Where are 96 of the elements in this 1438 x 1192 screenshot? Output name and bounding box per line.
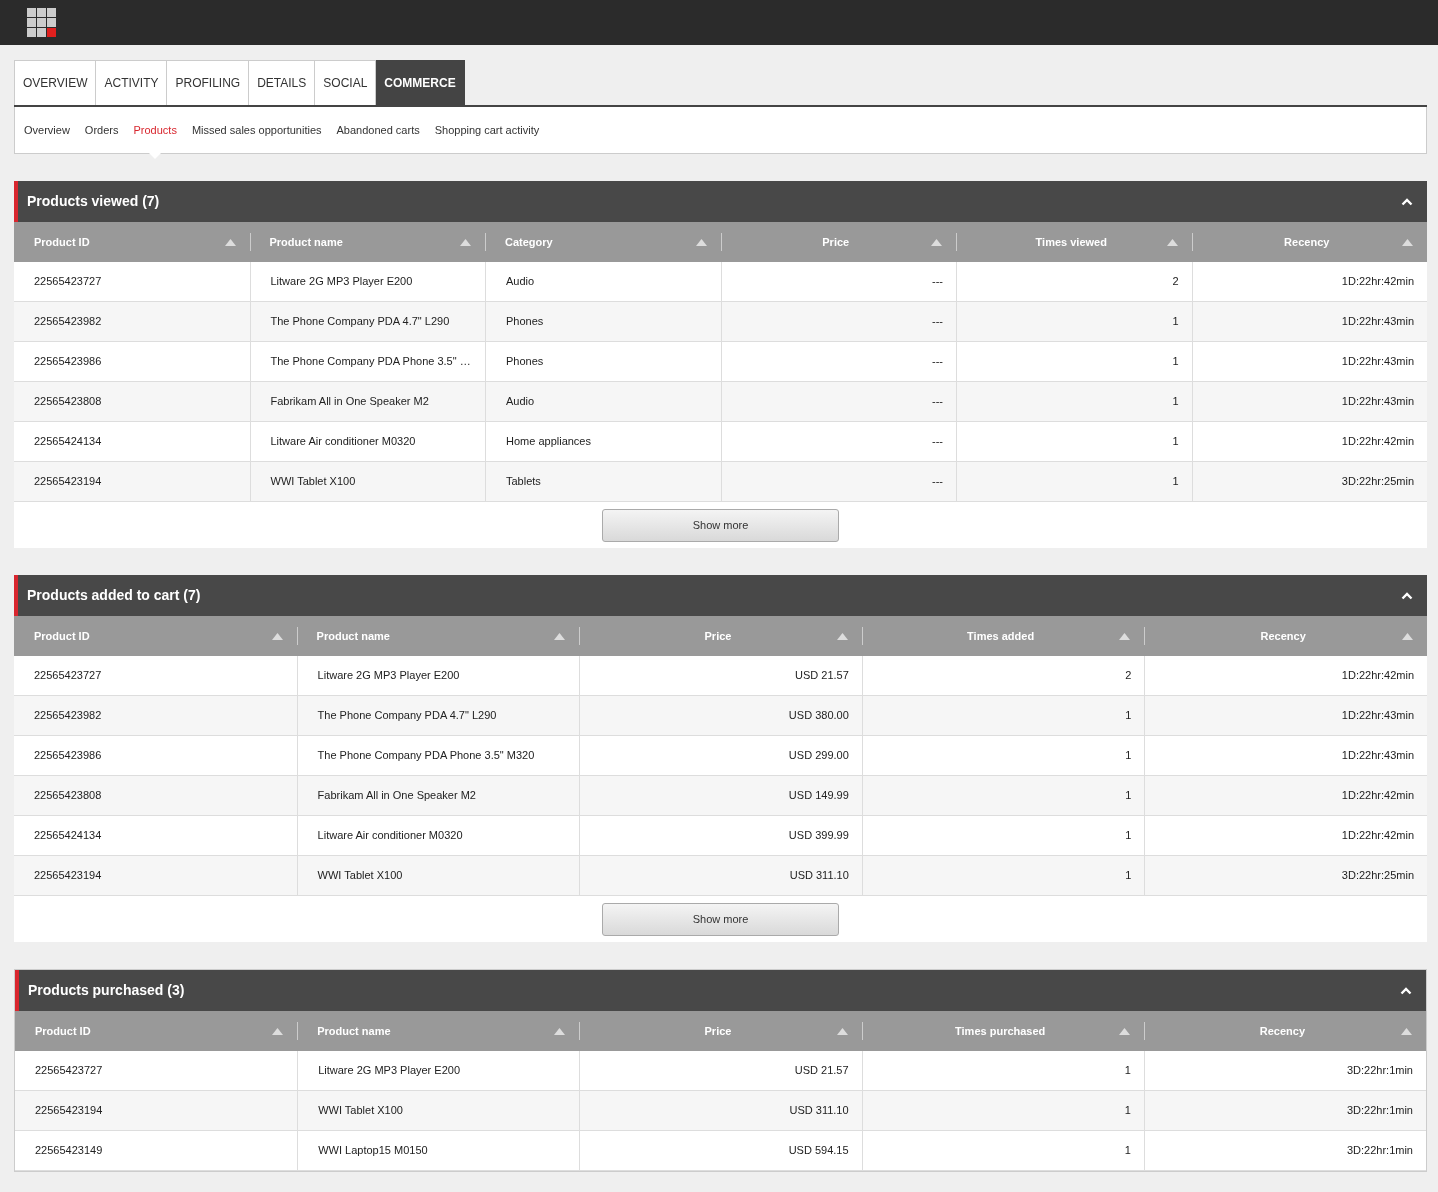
collapse-chevron-icon[interactable] [1400, 986, 1412, 995]
column-header[interactable]: Times purchased [861, 1011, 1144, 1051]
table-cell: --- [720, 462, 956, 502]
sort-arrow-icon[interactable] [554, 632, 566, 640]
sort-arrow-icon[interactable] [695, 238, 707, 246]
sort-arrow-icon[interactable] [224, 238, 236, 246]
column-header[interactable]: Recency [1144, 616, 1427, 656]
tab[interactable]: SOCIAL [315, 60, 377, 105]
table-cell: 22565423149 [15, 1131, 298, 1171]
column-header[interactable]: Price [720, 222, 956, 262]
table-cell: WWI Tablet X100 [296, 856, 580, 896]
column-header[interactable]: Product name [297, 1011, 580, 1051]
column-header[interactable]: Category [485, 222, 721, 262]
sort-arrow-icon[interactable] [1118, 1027, 1130, 1035]
table-cell: 22565423982 [14, 302, 250, 342]
sort-arrow-icon[interactable] [271, 632, 283, 640]
section-title: Products viewed (7) [27, 192, 160, 211]
table-cell: 1 [861, 1131, 1144, 1171]
table-cell: 1D:22hr:43min [1191, 302, 1427, 342]
subnav-link[interactable]: Products [133, 121, 177, 139]
table-cell: 22565423194 [14, 462, 250, 502]
table-cell: 3D:22hr:25min [1144, 856, 1427, 896]
table-cell: 1D:22hr:43min [1191, 382, 1427, 422]
table-cell: 22565423808 [14, 776, 297, 816]
table-cell: Audio [485, 382, 721, 422]
sort-arrow-icon[interactable] [1402, 632, 1413, 640]
table-cell: 1 [956, 462, 1192, 502]
table-cell: USD 149.99 [579, 776, 862, 816]
sort-arrow-icon[interactable] [1402, 238, 1413, 246]
table-cell: 22565423808 [14, 382, 250, 422]
show-more-button[interactable]: Show more [602, 902, 839, 936]
column-header[interactable]: Price [579, 616, 862, 656]
sort-arrow-icon[interactable] [460, 238, 471, 246]
tab[interactable]: OVERVIEW [14, 60, 97, 105]
column-header[interactable]: Product ID [14, 222, 250, 262]
column-header[interactable]: Product name [249, 222, 485, 262]
column-header[interactable]: Price [579, 1011, 862, 1051]
table-cell: 22565423982 [14, 696, 297, 736]
table-cell: Fabrikam All in One Speaker M2 [249, 382, 485, 422]
column-header[interactable]: Recency [1143, 1011, 1426, 1051]
sort-arrow-icon[interactable] [554, 1027, 566, 1035]
sort-arrow-icon[interactable] [836, 632, 848, 640]
show-more-button[interactable]: Show more [602, 508, 839, 542]
collapse-chevron-icon[interactable] [1401, 591, 1413, 600]
column-header[interactable]: Product name [296, 616, 580, 656]
table-cell: 1 [861, 1091, 1144, 1131]
table-cell: 3D:22hr:1min [1143, 1131, 1426, 1171]
table-cell: 22565423194 [14, 856, 297, 896]
table-cell: 22565423194 [15, 1091, 298, 1131]
table-cell: 1 [861, 696, 1145, 736]
table-cell: WWI Tablet X100 [297, 1091, 580, 1131]
sort-arrow-icon[interactable] [1401, 1027, 1412, 1035]
subnav-link[interactable]: Overview [24, 121, 70, 139]
subnav-link[interactable]: Missed sales opportunities [191, 121, 322, 139]
table-cell: WWI Laptop15 M0150 [297, 1131, 580, 1171]
table-cell: Fabrikam All in One Speaker M2 [296, 776, 580, 816]
table-cell: 1 [956, 302, 1192, 342]
column-header[interactable]: Recency [1191, 222, 1427, 262]
table-cell: --- [720, 302, 956, 342]
tab[interactable]: DETAILS [249, 60, 316, 105]
section-title: Products added to cart (7) [27, 586, 201, 605]
sort-arrow-icon[interactable] [836, 1027, 848, 1035]
subnav-link[interactable]: Abandoned carts [336, 121, 420, 139]
table-cell: USD 311.10 [579, 856, 862, 896]
table-cell: 1D:22hr:43min [1144, 696, 1427, 736]
subnav-link[interactable]: Shopping cart activity [434, 121, 540, 139]
table-cell: 1 [861, 776, 1145, 816]
table-cell: 1D:22hr:42min [1144, 776, 1427, 816]
table-cell: The Phone Company PDA 4.7" L290 [296, 696, 580, 736]
sort-arrow-icon[interactable] [272, 1027, 284, 1035]
table-cell: USD 380.00 [579, 696, 862, 736]
table-cell: 3D:22hr:1min [1143, 1091, 1426, 1131]
table-cell: 1 [956, 382, 1192, 422]
table-cell: The Phone Company PDA 4.7" L290 [249, 302, 485, 342]
tab[interactable]: ACTIVITY [96, 60, 168, 105]
column-header[interactable]: Product ID [14, 616, 297, 656]
tab[interactable]: PROFILING [167, 60, 250, 105]
collapse-chevron-icon[interactable] [1401, 197, 1413, 206]
column-header[interactable]: Times added [861, 616, 1145, 656]
table-cell: USD 594.15 [579, 1131, 862, 1171]
section-title: Products purchased (3) [28, 981, 185, 1000]
table-cell: 1 [861, 856, 1145, 896]
column-header[interactable]: Times viewed [956, 222, 1192, 262]
table-cell: 3D:22hr:25min [1191, 462, 1427, 502]
sort-arrow-icon[interactable] [931, 238, 942, 246]
sort-arrow-icon[interactable] [1166, 238, 1178, 246]
tab[interactable]: COMMERCE [376, 60, 465, 105]
subnav-link[interactable]: Orders [84, 121, 119, 139]
table-cell: --- [720, 382, 956, 422]
table-cell: USD 311.10 [579, 1091, 862, 1131]
sort-arrow-icon[interactable] [1119, 632, 1131, 640]
table-cell: Tablets [485, 462, 721, 502]
column-header[interactable]: Product ID [15, 1011, 298, 1051]
table-cell: WWI Tablet X100 [249, 462, 485, 502]
table-cell: Phones [485, 302, 721, 342]
grid-logo-icon[interactable] [27, 8, 57, 38]
